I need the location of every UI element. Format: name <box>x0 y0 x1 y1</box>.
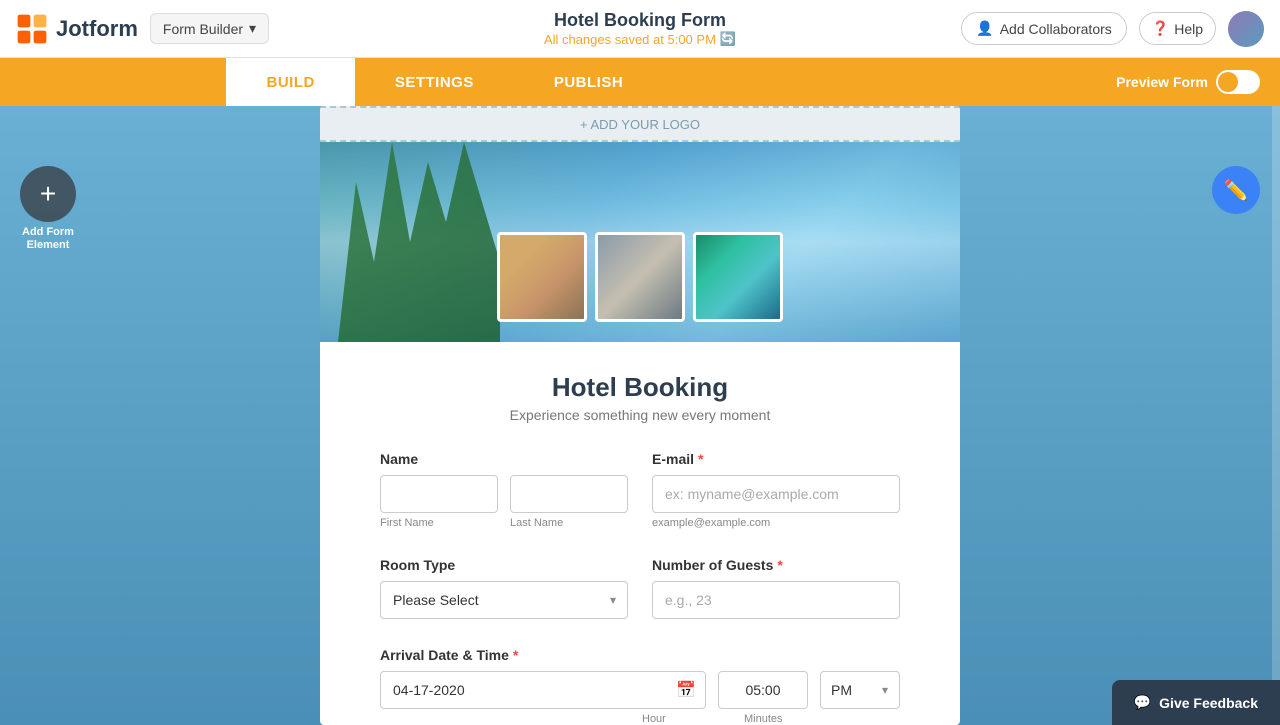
help-label: Help <box>1174 21 1203 37</box>
give-feedback-button[interactable]: 💬 Give Feedback <box>1112 680 1280 725</box>
person-icon: 👤 <box>976 20 993 37</box>
jotform-logo[interactable]: Jotform <box>16 13 138 45</box>
avatar-image <box>1228 11 1264 47</box>
email-field-col: E-mail * example@example.com <box>652 451 900 529</box>
preview-toggle[interactable] <box>1216 70 1260 94</box>
arrival-label: Arrival Date & Time * <box>380 647 900 663</box>
ampm-select-wrap: AM PM ▾ <box>820 671 900 709</box>
last-name-input[interactable] <box>510 475 628 513</box>
hour-min-labels: Hour Minutes <box>380 713 900 725</box>
scrollbar[interactable] <box>1272 106 1280 725</box>
add-collaborators-button[interactable]: 👤 Add Collaborators <box>961 12 1127 45</box>
preview-form-control: Preview Form <box>1116 70 1280 94</box>
nav-tabs: BUILD SETTINGS PUBLISH Preview Form <box>0 58 1280 106</box>
name-email-row: Name First Name Last Name <box>380 451 900 529</box>
form-header-image <box>320 142 960 342</box>
name-field-col: Name First Name Last Name <box>380 451 628 529</box>
last-name-field: Last Name <box>510 475 628 529</box>
first-name-field: First Name <box>380 475 498 529</box>
thumbnail-2 <box>595 232 685 322</box>
plus-icon: + <box>40 178 56 210</box>
top-bar-right: 👤 Add Collaborators ❓ Help <box>961 11 1264 47</box>
form-body: Hotel Booking Experience something new e… <box>320 342 960 725</box>
save-status: All changes saved at 5:00 PM 🔄 <box>544 31 736 47</box>
form-builder-button[interactable]: Form Builder ▾ <box>150 13 269 44</box>
guests-label: Number of Guests * <box>652 557 900 573</box>
help-icon: ❓ <box>1152 20 1169 37</box>
add-logo-bar[interactable]: + ADD YOUR LOGO <box>320 106 960 142</box>
room-type-select[interactable]: Please Select Single Double Suite <box>380 581 628 619</box>
room-guests-section: Room Type Please Select Single Double Su… <box>380 557 900 619</box>
toggle-knob <box>1218 72 1238 92</box>
chevron-down-icon: ▾ <box>249 20 256 37</box>
header-thumbnails <box>497 232 783 322</box>
date-input[interactable] <box>380 671 706 709</box>
pencil-icon: ✏️ <box>1224 178 1249 203</box>
main-area: + Add FormElement ✏️ + ADD YOUR LOGO <box>0 106 1280 725</box>
tab-settings[interactable]: SETTINGS <box>355 58 514 106</box>
help-button[interactable]: ❓ Help <box>1139 12 1216 45</box>
name-sub-fields: First Name Last Name <box>380 475 628 529</box>
ampm-field: AM PM ▾ <box>820 671 900 709</box>
feedback-icon: 💬 <box>1134 694 1151 711</box>
name-label: Name <box>380 451 628 467</box>
tab-publish[interactable]: PUBLISH <box>514 58 663 106</box>
email-required-star: * <box>698 451 703 467</box>
guests-input[interactable] <box>652 581 900 619</box>
email-label: E-mail * <box>652 451 900 467</box>
preview-form-label: Preview Form <box>1116 74 1208 90</box>
form-card: + ADD YOUR LOGO Hotel B <box>320 106 960 725</box>
add-element-circle: + <box>20 166 76 222</box>
avatar[interactable] <box>1228 11 1264 47</box>
form-title: Hotel Booking Form <box>544 10 736 31</box>
form-heading: Hotel Booking Experience something new e… <box>380 372 900 423</box>
tab-build[interactable]: BUILD <box>226 58 354 106</box>
room-type-label: Room Type <box>380 557 628 573</box>
arrival-required-star: * <box>513 647 518 663</box>
sync-icon: 🔄 <box>720 31 736 47</box>
room-type-select-wrap: Please Select Single Double Suite ▾ <box>380 581 628 619</box>
add-logo-label: + ADD YOUR LOGO <box>580 117 700 132</box>
minutes-label: Minutes <box>744 713 824 725</box>
thumbnail-1 <box>497 232 587 322</box>
room-type-col: Room Type Please Select Single Double Su… <box>380 557 628 619</box>
logo-text: Jotform <box>56 16 138 42</box>
time-field <box>718 671 808 709</box>
datetime-row: 📅 AM PM ▾ <box>380 671 900 709</box>
add-collaborators-label: Add Collaborators <box>1000 21 1112 37</box>
add-element-label: Add FormElement <box>22 226 74 252</box>
give-feedback-label: Give Feedback <box>1159 695 1258 711</box>
nav-tabs-center: BUILD SETTINGS PUBLISH <box>226 58 663 106</box>
email-sublabel: example@example.com <box>652 517 900 529</box>
form-builder-label: Form Builder <box>163 21 243 37</box>
guests-required-star: * <box>777 557 782 573</box>
edit-button[interactable]: ✏️ <box>1212 166 1260 214</box>
room-guests-row: Room Type Please Select Single Double Su… <box>380 557 900 619</box>
top-bar-center: Hotel Booking Form All changes saved at … <box>544 10 736 47</box>
top-bar-left: Jotform Form Builder ▾ <box>16 13 269 45</box>
last-name-sublabel: Last Name <box>510 517 628 529</box>
form-subtitle: Experience something new every moment <box>380 407 900 423</box>
hour-label: Hour <box>642 713 732 725</box>
time-input[interactable] <box>718 671 808 709</box>
top-bar: Jotform Form Builder ▾ Hotel Booking For… <box>0 0 1280 58</box>
arrival-section: Arrival Date & Time * 📅 AM <box>380 647 900 725</box>
date-field: 📅 <box>380 671 706 709</box>
add-form-element-button[interactable]: + Add FormElement <box>20 166 76 252</box>
first-name-input[interactable] <box>380 475 498 513</box>
guests-col: Number of Guests * <box>652 557 900 619</box>
thumbnail-3 <box>693 232 783 322</box>
form-main-title: Hotel Booking <box>380 372 900 403</box>
first-name-sublabel: First Name <box>380 517 498 529</box>
ampm-select[interactable]: AM PM <box>820 671 900 709</box>
name-email-section: Name First Name Last Name <box>380 451 900 529</box>
email-input[interactable] <box>652 475 900 513</box>
